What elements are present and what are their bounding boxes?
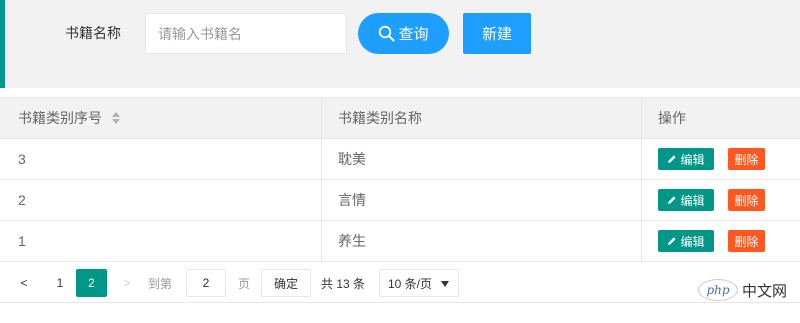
sort-icon[interactable] [112,112,120,124]
pencil-icon [668,155,677,163]
cell-name: 耽美 [322,139,642,179]
table-row: 2 言情 编辑 删除 [0,180,800,221]
edit-button[interactable]: 编辑 [658,148,714,170]
delete-button[interactable]: 删除 [728,148,765,170]
cell-actions: 编辑 删除 [642,221,800,261]
table-row: 1 养生 编辑 删除 [0,221,800,262]
cell-actions: 编辑 删除 [642,180,800,220]
new-button-label: 新建 [481,26,512,43]
watermark-text: 中文网 [742,282,788,300]
query-button-label: 查询 [398,26,429,43]
table-header-row: 书籍类别序号 书籍类别名称 操作 [0,98,800,139]
delete-button[interactable]: 删除 [728,189,765,211]
prev-page-button[interactable]: < [12,269,36,297]
column-header-id[interactable]: 书籍类别序号 [0,98,322,138]
cell-name: 养生 [322,221,642,261]
watermark: php 中文网 [698,277,787,303]
edit-button[interactable]: 编辑 [658,230,714,252]
cell-actions: 编辑 删除 [642,139,800,179]
table-row: 3 耽美 编辑 删除 [0,139,800,180]
total-count: 共 13 条 [321,276,366,291]
chevron-down-icon [441,281,449,287]
pencil-icon [668,237,677,245]
cell-id: 1 [0,221,322,261]
column-header-name: 书籍类别名称 [322,98,642,138]
page-button-2-current[interactable]: 2 [76,269,107,297]
php-logo: php [698,279,738,301]
search-icon [379,25,395,42]
column-header-actions: 操作 [658,110,686,126]
cell-id: 3 [0,139,322,179]
cell-name: 言情 [322,180,642,220]
delete-button[interactable]: 删除 [728,230,765,252]
next-page-button[interactable]: > [115,269,139,297]
page-size-select[interactable]: 10 条/页 [379,269,459,297]
book-name-input[interactable] [145,13,347,54]
confirm-button[interactable]: 确定 [261,269,311,297]
pagination: < 1 2 > 到第 页 确定 共 13 条 10 条/页 [0,262,800,303]
goto-label: 到第 [148,276,173,291]
book-name-label: 书籍名称 [65,25,121,41]
page-button-1[interactable]: 1 [46,269,74,297]
query-button[interactable]: 查询 [358,13,449,54]
search-panel: 书籍名称 查询 新建 [0,0,800,88]
page-unit-label: 页 [238,276,251,291]
goto-page-input[interactable] [186,269,226,297]
cell-id: 2 [0,180,322,220]
edit-button[interactable]: 编辑 [658,189,714,211]
new-button[interactable]: 新建 [463,13,531,54]
pencil-icon [668,196,677,204]
